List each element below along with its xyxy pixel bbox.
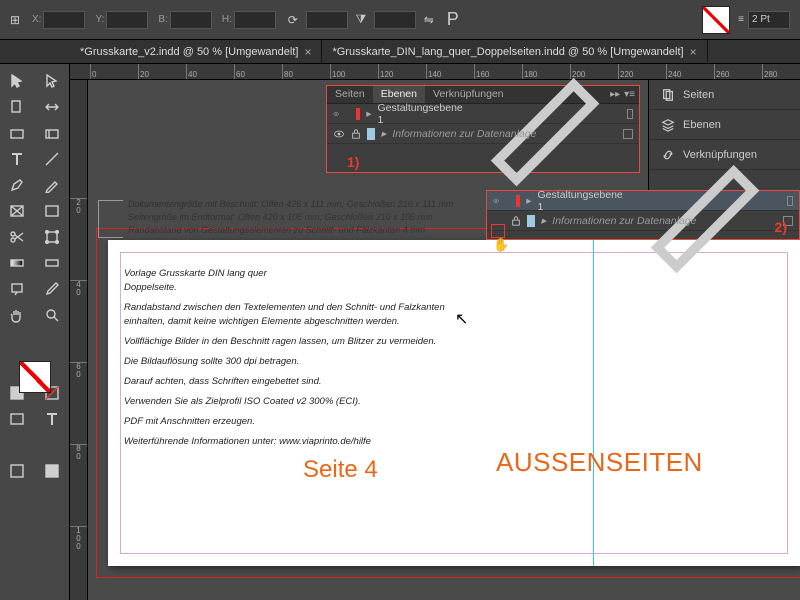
- rotate-icon[interactable]: ⟳: [282, 9, 304, 31]
- h-field[interactable]: H:: [222, 11, 276, 29]
- layers-panel-1[interactable]: Seiten Ebenen Verknüpfungen ▸▸ ▾≡ ▸ Gest…: [326, 85, 640, 173]
- note-line: Seitengröße im Endformat: Offen 420 x 10…: [128, 211, 453, 224]
- close-icon[interactable]: ×: [690, 45, 697, 59]
- fold-guide[interactable]: [593, 240, 594, 566]
- x-field[interactable]: X:: [32, 11, 85, 29]
- type-tool[interactable]: [0, 146, 35, 172]
- eyedropper-tool[interactable]: [35, 276, 70, 302]
- tab-layers[interactable]: Ebenen: [373, 86, 425, 103]
- layer-color-swatch: [527, 215, 535, 227]
- formatting-text-icon[interactable]: [35, 406, 70, 432]
- shear-input[interactable]: [374, 11, 416, 29]
- visibility-icon[interactable]: [333, 128, 345, 140]
- selection-tool[interactable]: [0, 68, 35, 94]
- free-transform-tool[interactable]: [35, 224, 70, 250]
- gradient-feather-tool[interactable]: [35, 250, 70, 276]
- stroke-weight[interactable]: ≡: [738, 11, 790, 29]
- pencil-tool[interactable]: [35, 172, 70, 198]
- line-tool[interactable]: [35, 146, 70, 172]
- paragraph-icon[interactable]: P: [442, 9, 464, 31]
- page-tool[interactable]: [0, 94, 35, 120]
- stroke-input[interactable]: [748, 11, 790, 29]
- view-mode-preview-icon[interactable]: [35, 458, 70, 484]
- layer-color-swatch: [516, 195, 520, 207]
- rectangle-frame-tool[interactable]: [0, 198, 35, 224]
- page-label-4: Seite 4: [303, 456, 378, 484]
- w-field[interactable]: B:: [158, 11, 211, 29]
- template-instructions: Vorlage Grusskarte DIN lang querDoppelse…: [124, 267, 479, 455]
- y-input[interactable]: [106, 11, 148, 29]
- control-bar: ⊞ X: Y: B: H: ⟳ ⧩ ⇋ P ≡: [0, 0, 800, 40]
- select-square[interactable]: [787, 196, 793, 206]
- formatting-container-icon[interactable]: [0, 406, 35, 432]
- note-line: Randabstand von Gestaltungselementen zu …: [128, 224, 453, 237]
- hand-cursor-icon: ✋: [493, 237, 509, 253]
- expand-icon[interactable]: ▸: [381, 128, 386, 140]
- x-input[interactable]: [43, 11, 85, 29]
- target-layer-icon[interactable]: [469, 37, 621, 189]
- gradient-swatch-tool[interactable]: [0, 250, 35, 276]
- layer-name: Informationen zur Datenanlage: [392, 128, 536, 140]
- layer-row[interactable]: ▸ Gestaltungsebene 1: [487, 191, 799, 211]
- rectangle-tool[interactable]: [35, 198, 70, 224]
- note-line: Dokumentengröße mit Beschnitt: Offen 426…: [128, 198, 453, 211]
- layer-name: Gestaltungsebene 1: [538, 189, 623, 213]
- page-label-aussenseiten: AUSSENSEITEN: [496, 447, 703, 478]
- vertical-ruler[interactable]: 20406080100120: [70, 80, 88, 600]
- content-placer-tool[interactable]: [35, 120, 70, 146]
- content-collector-tool[interactable]: [0, 120, 35, 146]
- document-tab-bar: *Grusskarte_v2.indd @ 50 % [Umgewandelt]…: [0, 40, 800, 64]
- tab-pages[interactable]: Seiten: [327, 86, 373, 103]
- expand-icon[interactable]: ▸: [366, 108, 371, 120]
- target-layer-icon[interactable]: [629, 124, 781, 276]
- close-icon[interactable]: ×: [304, 45, 311, 59]
- pasteboard-notes: Dokumentengröße mit Beschnitt: Offen 426…: [128, 198, 453, 237]
- select-square[interactable]: [627, 109, 633, 119]
- lock-icon[interactable]: [511, 216, 521, 226]
- hand-tool[interactable]: [0, 302, 35, 328]
- zoom-tool[interactable]: [35, 302, 70, 328]
- reference-point-icon[interactable]: ⊞: [4, 9, 26, 31]
- fill-swatch[interactable]: [702, 6, 730, 34]
- layer-name: Informationen zur Datenanlage: [552, 215, 696, 227]
- view-mode-normal-icon[interactable]: [0, 458, 35, 484]
- note-tool[interactable]: [0, 276, 35, 302]
- annotation-highlight-box: [491, 224, 505, 238]
- flip-h-icon[interactable]: ⇋: [418, 9, 440, 31]
- layer-name: Gestaltungsebene 1: [378, 102, 463, 126]
- visibility-icon[interactable]: [333, 108, 339, 120]
- panel-menu-icon[interactable]: ▾≡: [624, 89, 635, 100]
- gap-tool[interactable]: [35, 94, 70, 120]
- rotate-input[interactable]: [306, 11, 348, 29]
- layer-color-swatch: [356, 108, 360, 120]
- scissors-tool[interactable]: [0, 224, 35, 250]
- y-field[interactable]: Y:: [95, 11, 148, 29]
- expand-icon[interactable]: ▸: [541, 215, 546, 227]
- horizontal-ruler[interactable]: 020406080100120140160180200220240260280: [70, 64, 800, 80]
- h-input[interactable]: [234, 11, 276, 29]
- layer-color-swatch: [367, 128, 375, 140]
- pages-icon: [661, 88, 675, 102]
- layers-panel-2[interactable]: ▸ Gestaltungsebene 1 ▸ Informationen zur…: [486, 190, 800, 240]
- document-tab-title: *Grusskarte_v2.indd @ 50 % [Umgewandelt]: [80, 46, 298, 58]
- layer-row[interactable]: ▸ Gestaltungsebene 1: [327, 104, 639, 124]
- document-tab[interactable]: *Grusskarte_v2.indd @ 50 % [Umgewandelt]…: [70, 40, 322, 63]
- visibility-icon[interactable]: [493, 195, 499, 207]
- w-input[interactable]: [170, 11, 212, 29]
- dock-pages[interactable]: Seiten: [649, 80, 800, 110]
- pen-tool[interactable]: [0, 172, 35, 198]
- lock-icon[interactable]: [351, 129, 361, 139]
- annotation-label: 1): [347, 154, 359, 170]
- annotation-label: 2): [775, 219, 787, 235]
- stroke-icon: ≡: [738, 14, 744, 25]
- tool-panel: [0, 64, 70, 600]
- expand-icon[interactable]: ▸: [526, 195, 531, 207]
- shear-icon[interactable]: ⧩: [350, 9, 372, 31]
- direct-selection-tool[interactable]: [35, 68, 70, 94]
